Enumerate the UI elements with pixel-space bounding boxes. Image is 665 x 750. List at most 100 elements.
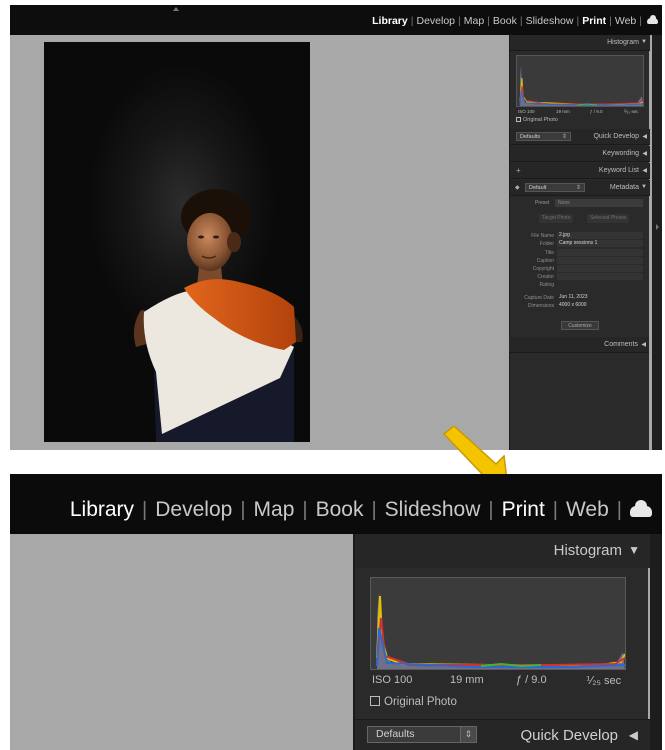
module-library[interactable]: Library [372,15,408,27]
boy-portrait-image [133,189,303,442]
comments-title: Comments [604,341,638,348]
histogram-chart [376,592,625,669]
module-book[interactable]: Book [316,498,364,522]
module-picker-bar: Library | Develop | Map | Book | Slidesh… [10,5,662,35]
metadata-field: Folder Camp sessions 1 [509,240,649,248]
field-value: 4000 x 6000 [559,302,587,308]
module-separator: | [609,15,612,27]
quick-develop-header[interactable]: Defaults ⇕ Quick Develop ◀ [355,719,650,750]
field-label: Rating [539,282,554,288]
expand-triangle-icon: ◀ [628,728,638,742]
field-label: Caption [536,258,554,264]
field-value[interactable] [557,273,643,280]
field-label: Capture Date [524,295,554,301]
module-separator: | [519,15,523,27]
metadata-field: Dimensions 4000 x 6000 [509,302,649,310]
metadata-field: Title [509,249,649,257]
original-photo-toggle[interactable]: Original Photo [370,696,457,708]
main-photo[interactable] [44,42,310,442]
target-photo-button[interactable]: Target Photo [539,214,574,223]
quick-develop-title: Quick Develop [520,727,618,744]
module-map[interactable]: Map [464,15,484,27]
module-separator: | [410,15,414,27]
module-print[interactable]: Print [582,15,606,27]
module-develop[interactable]: Develop [416,15,455,27]
target-buttons: Target Photo Selected Photos [509,214,649,224]
stepper-arrows-icon: ⇕ [460,727,476,742]
preset-label: Preset [535,200,550,206]
module-separator: | [616,498,622,521]
focal-length-value: 19 mm [450,674,484,686]
preset-select-value: Defaults [376,728,415,740]
original-photo-label: Original Photo [384,696,457,708]
module-separator: | [552,498,558,521]
metadata-field: Capture Date Jun 11, 2023 [509,294,649,302]
module-print[interactable]: Print [502,498,545,522]
module-web[interactable]: Web [615,15,636,27]
metadata-field: Creator [509,273,649,281]
field-value[interactable] [557,265,643,272]
module-separator: | [576,15,580,27]
histogram-graph[interactable] [370,577,626,670]
zoomed-screenshot: Library | Develop | Map | Book | Slidesh… [10,474,662,750]
module-separator: | [487,15,490,27]
field-value[interactable] [557,249,643,256]
collapse-top-panel-icon[interactable] [173,7,179,11]
module-web[interactable]: Web [566,498,609,522]
cloud-icon[interactable] [630,499,652,517]
metadata-field: Caption [509,257,649,265]
histogram-header[interactable]: Histogram ▼ [355,534,650,568]
module-separator: | [488,498,494,521]
collapse-triangle-icon: ▼ [628,543,640,557]
right-panel-edge[interactable] [650,534,662,750]
field-value[interactable] [557,257,643,264]
metadata-field: Copyright [509,265,649,273]
right-panel-edge[interactable] [652,35,662,450]
module-develop[interactable]: Develop [155,498,232,522]
field-label: Dimensions [527,303,554,309]
module-map[interactable]: Map [254,498,295,522]
customize-button[interactable]: Customize [561,321,599,330]
expand-triangle-icon: ◀ [641,342,646,348]
histogram-title: Histogram [553,542,622,559]
module-picker: Library | Develop | Map | Book | Slidesh… [372,15,658,27]
module-separator: | [302,498,308,521]
module-separator: | [639,15,642,27]
histogram-exif: ISO 100 19 mm ƒ / 9.0 ⅟₂₅ sec [370,674,626,690]
iso-value: ISO 100 [372,674,413,686]
field-label: Copyright [532,266,554,272]
right-panel: Histogram ▼ ISO 100 19 mm ƒ / 9.0 ⅟₂₅ se… [353,534,650,750]
module-separator: | [240,498,246,521]
module-picker-bar: Library | Develop | Map | Book | Slidesh… [10,474,662,534]
module-separator: | [142,498,148,521]
aperture-value: ƒ / 9.0 [516,674,547,686]
checkbox-icon[interactable] [370,696,380,706]
module-slideshow[interactable]: Slideshow [385,498,481,522]
field-value[interactable]: Camp sessions 1 [557,240,643,247]
field-label: File Name [531,233,554,239]
quick-develop-preset-select[interactable]: Defaults ⇕ [367,726,477,743]
preset-select[interactable]: None [555,199,643,207]
module-separator: | [458,15,461,27]
selected-photos-button[interactable]: Selected Photos [587,214,630,223]
module-slideshow[interactable]: Slideshow [526,15,574,27]
metadata-content: Preset None Target Photo Selected Photos… [509,35,649,450]
field-value[interactable]: 2.jpg [557,232,643,239]
module-picker: Library | Develop | Map | Book | Slidesh… [70,498,652,522]
metadata-field: Rating [509,281,649,289]
field-value[interactable] [557,281,643,288]
cloud-icon[interactable] [647,15,658,24]
field-value[interactable]: Jun 11, 2023 [557,294,643,301]
shutter-value: ⅟₂₅ sec [586,675,622,687]
field-label: Creator [537,274,554,280]
comments-header[interactable]: Comments ◀ [509,337,649,353]
module-library[interactable]: Library [70,498,134,522]
metadata-field: File Name 2.jpg [509,232,649,240]
collapse-right-panel-icon[interactable] [656,224,659,230]
module-separator: | [371,498,377,521]
module-book[interactable]: Book [493,15,517,27]
metadata-preset-row: Preset None [509,198,649,208]
field-label: Title [544,250,554,256]
field-label: Folder [539,241,554,247]
overview-screenshot: Library | Develop | Map | Book | Slidesh… [10,5,662,450]
